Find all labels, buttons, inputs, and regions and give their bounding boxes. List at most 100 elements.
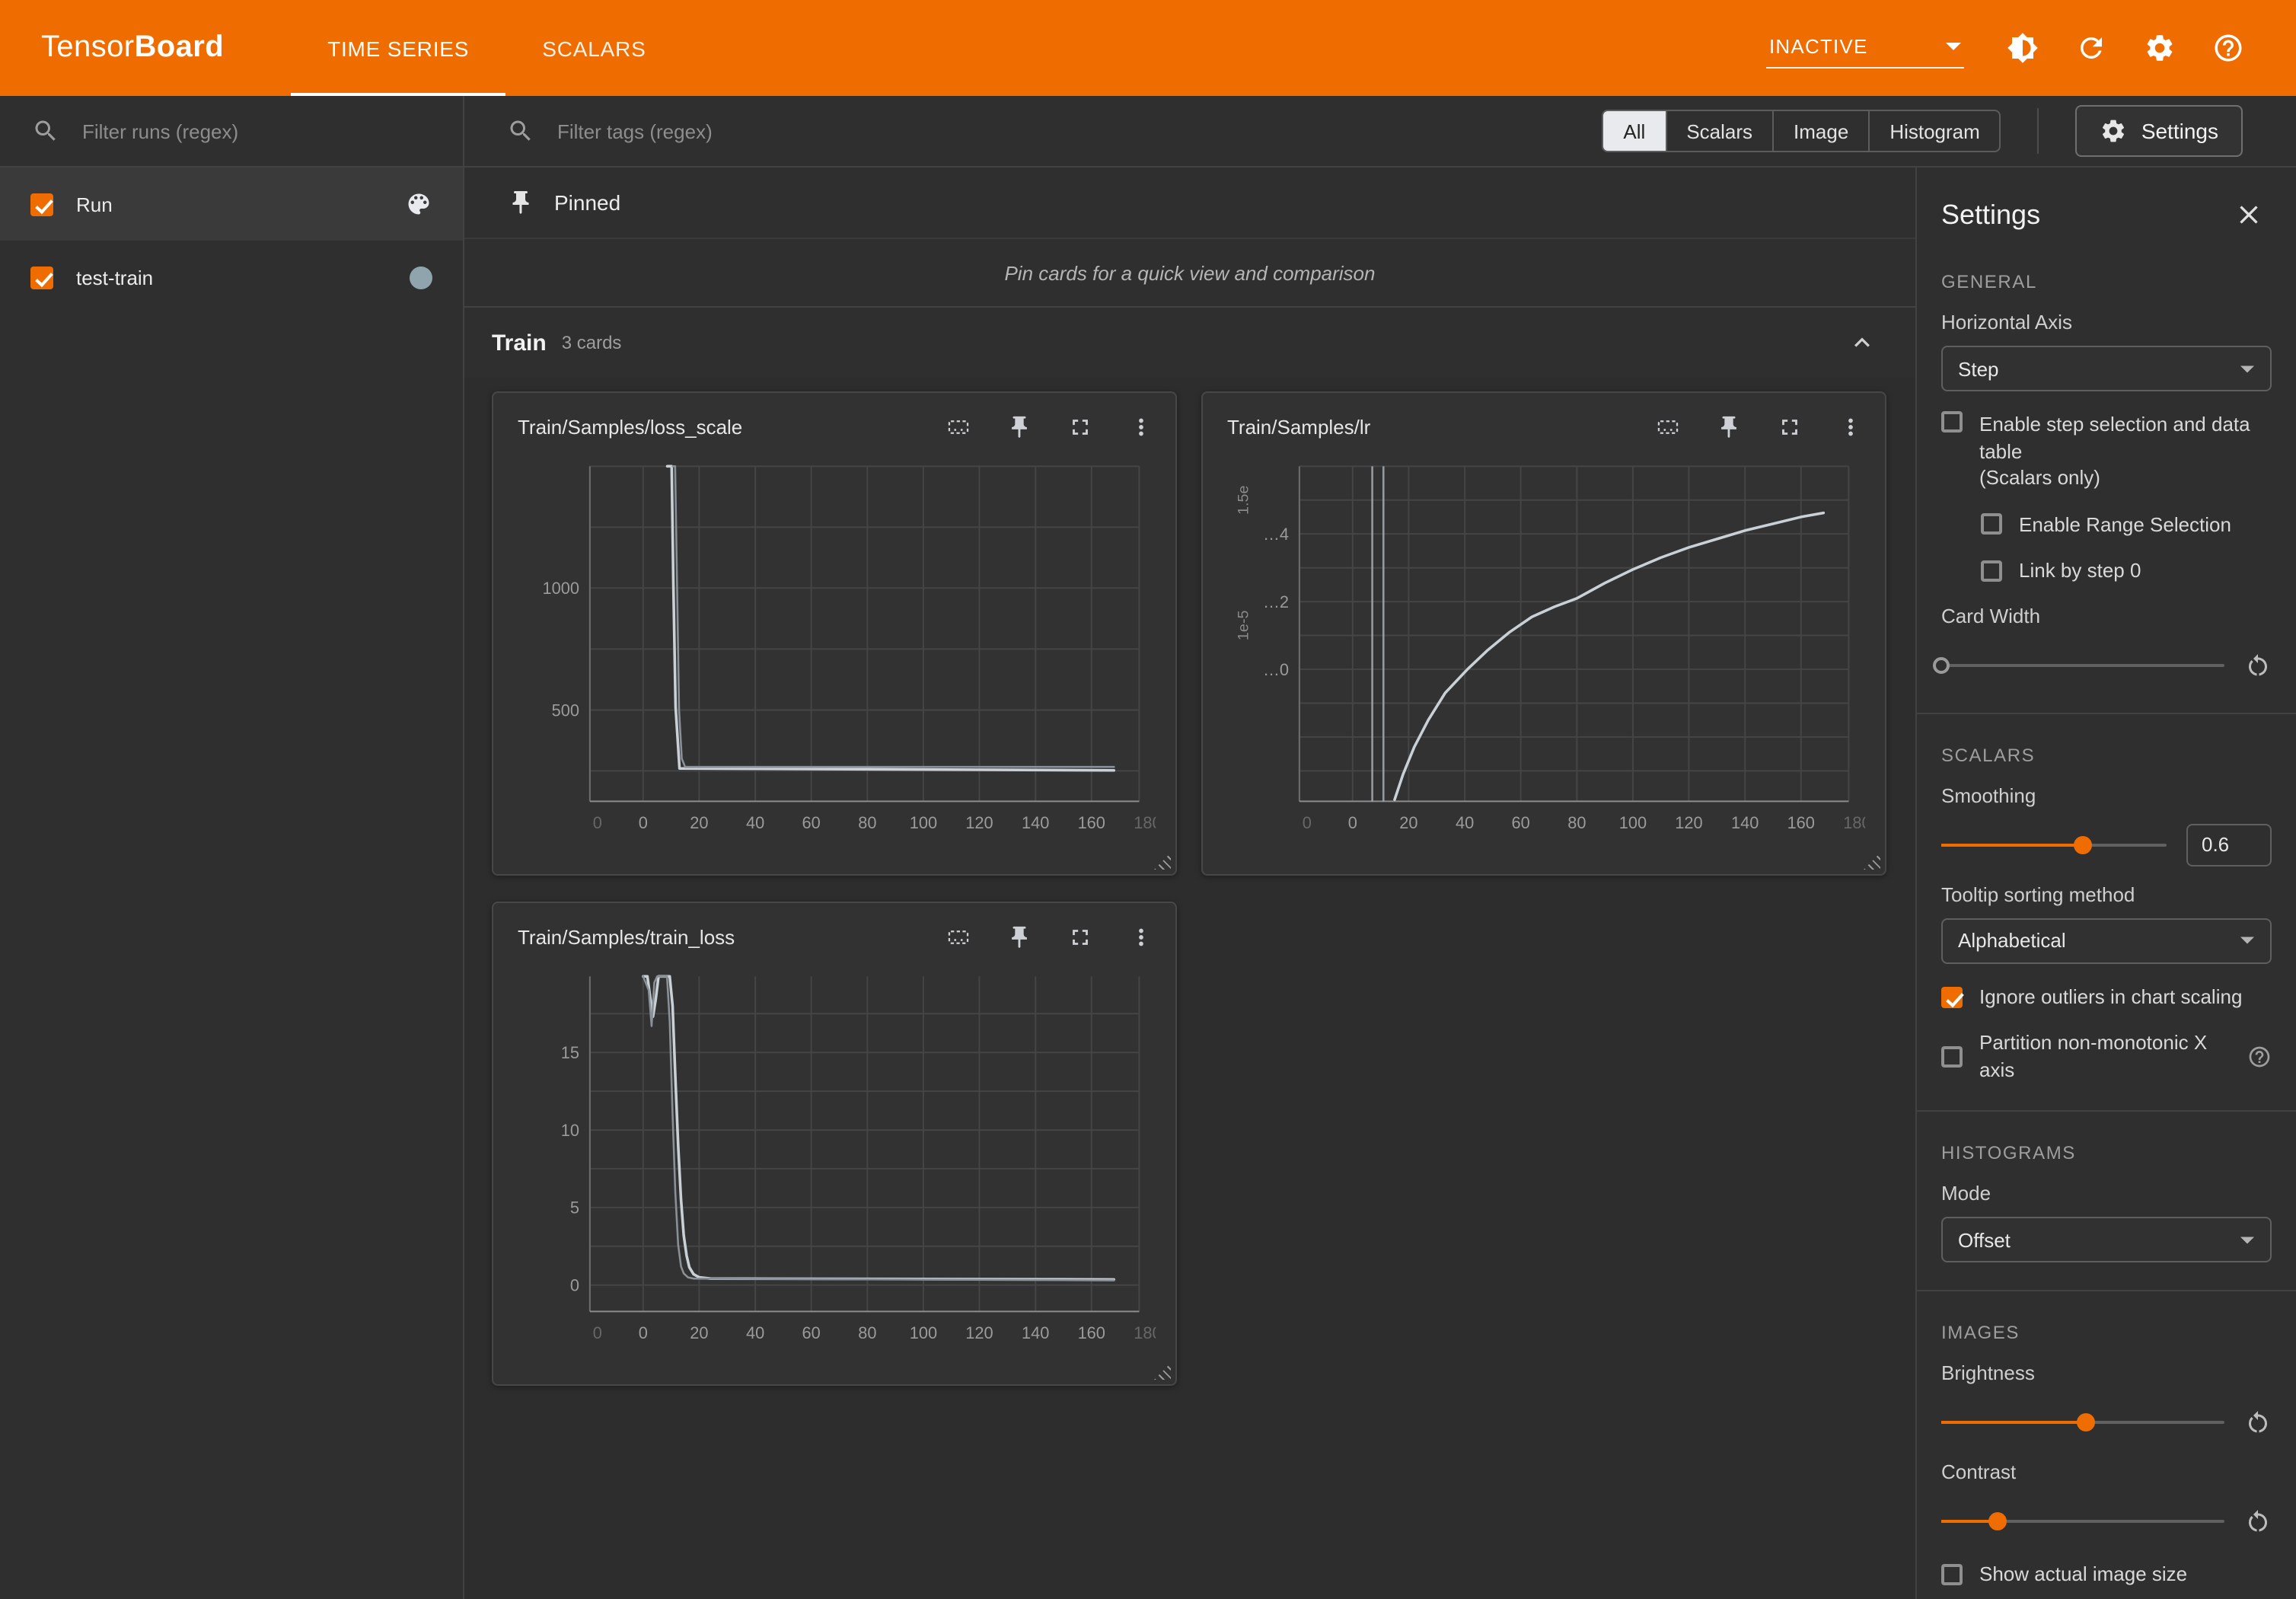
help-button[interactable] xyxy=(2199,19,2256,77)
images-heading: IMAGES xyxy=(1941,1323,2272,1344)
reload-status-dropdown[interactable]: INACTIVE xyxy=(1766,27,1964,69)
more-options-button[interactable] xyxy=(1118,404,1163,449)
settings-title: Settings xyxy=(1941,199,2040,231)
brightness-slider[interactable] xyxy=(1941,1422,2224,1425)
theme-toggle-button[interactable] xyxy=(1993,19,2051,77)
more-options-button[interactable] xyxy=(1827,404,1873,449)
line-chart[interactable]: 0510150204060801001201401600180 xyxy=(493,964,1172,1384)
slider-thumb[interactable] xyxy=(2074,835,2092,854)
app-logo[interactable]: TensorBoard xyxy=(41,30,224,65)
filter-all-button[interactable]: All xyxy=(1603,111,1665,151)
svg-text:5: 5 xyxy=(570,1198,579,1218)
checkbox[interactable] xyxy=(1941,1046,1963,1068)
card-width-slider[interactable] xyxy=(1941,663,2224,666)
svg-text:160: 160 xyxy=(1787,813,1815,832)
settings-button[interactable]: Settings xyxy=(2076,105,2243,157)
app-settings-button[interactable] xyxy=(2130,19,2188,77)
fit-domain-button[interactable] xyxy=(1644,404,1690,449)
fit-domain-button[interactable] xyxy=(935,404,981,449)
fit-domain-icon xyxy=(945,924,971,950)
svg-text:100: 100 xyxy=(1619,813,1647,832)
more-vert-icon xyxy=(1127,924,1153,950)
svg-text:180: 180 xyxy=(1134,813,1161,832)
topbar-actions: INACTIVE xyxy=(1766,19,2256,77)
settings-panel: Settings GENERAL Horizontal Axis Step En… xyxy=(1915,168,2296,1599)
histogram-mode-select[interactable]: Offset xyxy=(1941,1218,2272,1263)
more-options-button[interactable] xyxy=(1118,914,1163,959)
runs-filter-input[interactable] xyxy=(79,118,438,144)
partition-x-axis-checkbox-row[interactable]: Partition non-monotonic X axis xyxy=(1941,1030,2272,1084)
refresh-button[interactable] xyxy=(2062,19,2119,77)
smoothing-input[interactable] xyxy=(2186,823,2272,866)
horizontal-axis-label: Horizontal Axis xyxy=(1941,311,2272,334)
checkbox[interactable] xyxy=(1941,1564,1963,1585)
svg-text:…4: …4 xyxy=(1263,525,1289,544)
reset-brightness-button[interactable] xyxy=(2244,1409,2272,1437)
slider-thumb[interactable] xyxy=(2077,1414,2095,1432)
checkbox[interactable] xyxy=(1981,560,2002,582)
pin-icon xyxy=(1006,413,1032,439)
checkbox[interactable] xyxy=(1941,986,1963,1007)
smoothing-slider[interactable] xyxy=(1941,843,2167,846)
horizontal-axis-select[interactable]: Step xyxy=(1941,346,2272,391)
svg-text:0: 0 xyxy=(570,1276,579,1295)
train-section-header[interactable]: Train 3 cards xyxy=(464,308,1915,378)
fullscreen-button[interactable] xyxy=(1057,404,1102,449)
pin-card-button[interactable] xyxy=(996,914,1041,959)
reset-contrast-button[interactable] xyxy=(2244,1508,2272,1536)
run-color-swatch[interactable] xyxy=(410,266,432,289)
run-checkbox[interactable] xyxy=(30,266,53,289)
step-selection-checkbox-row[interactable]: Enable step selection and data table (Sc… xyxy=(1941,411,2272,491)
fullscreen-icon xyxy=(1067,924,1092,950)
slider-thumb[interactable] xyxy=(1933,656,1950,673)
line-chart[interactable]: 50010000204060801001201401600180 xyxy=(493,454,1172,874)
tab-time-series[interactable]: TIME SERIES xyxy=(291,0,505,96)
reset-card-width-button[interactable] xyxy=(2244,651,2272,678)
histogram-mode-label: Mode xyxy=(1941,1182,2272,1205)
help-icon[interactable] xyxy=(2247,1045,2272,1069)
tag-filter-input[interactable] xyxy=(554,118,1011,144)
svg-text:140: 140 xyxy=(1022,1323,1049,1342)
pin-card-button[interactable] xyxy=(1705,404,1751,449)
tab-scalars[interactable]: SCALARS xyxy=(505,0,682,96)
filter-scalars-button[interactable]: Scalars xyxy=(1665,111,1772,151)
line-chart[interactable]: …0…2…41.5e1e-50204060801001201401600180 xyxy=(1203,454,1882,874)
slider-thumb[interactable] xyxy=(1988,1513,2007,1531)
runs-filter xyxy=(0,96,463,168)
svg-text:40: 40 xyxy=(746,1323,764,1342)
close-settings-button[interactable] xyxy=(2226,192,2272,238)
svg-text:0: 0 xyxy=(593,1323,602,1342)
run-color-picker-button[interactable] xyxy=(405,190,432,218)
tooltip-sorting-value: Alphabetical xyxy=(1958,929,2066,952)
brightness-icon xyxy=(2006,32,2038,64)
show-actual-size-checkbox-row[interactable]: Show actual image size xyxy=(1941,1562,2272,1588)
run-checkbox[interactable] xyxy=(30,193,53,215)
svg-text:…0: …0 xyxy=(1263,660,1289,679)
run-row[interactable]: test-train xyxy=(0,241,463,314)
collapse-section-button[interactable] xyxy=(1847,327,1877,358)
filter-image-button[interactable]: Image xyxy=(1772,111,1868,151)
run-row[interactable]: Run xyxy=(0,168,463,241)
link-by-step-checkbox-row[interactable]: Link by step 0 xyxy=(1981,557,2272,584)
contrast-slider[interactable] xyxy=(1941,1521,2224,1524)
checkbox[interactable] xyxy=(1941,411,1963,432)
pinned-section-header[interactable]: Pinned xyxy=(464,168,1915,239)
run-label: Run xyxy=(76,193,382,215)
svg-text:140: 140 xyxy=(1022,813,1049,832)
fullscreen-button[interactable] xyxy=(1057,914,1102,959)
ignore-outliers-checkbox-row[interactable]: Ignore outliers in chart scaling xyxy=(1941,983,2272,1010)
fullscreen-button[interactable] xyxy=(1766,404,1812,449)
primary-tabs: TIME SERIES SCALARS xyxy=(291,0,683,96)
filter-histogram-button[interactable]: Histogram xyxy=(1868,111,2000,151)
pin-card-button[interactable] xyxy=(996,404,1041,449)
fit-domain-button[interactable] xyxy=(935,914,981,959)
tooltip-sorting-select[interactable]: Alphabetical xyxy=(1941,918,2272,963)
chart-title: Train/Samples/train_loss xyxy=(518,925,920,948)
svg-text:160: 160 xyxy=(1078,813,1105,832)
close-icon xyxy=(2234,199,2264,230)
chart-card: Train/Samples/train_loss 051015020406080… xyxy=(492,902,1177,1386)
checkbox[interactable] xyxy=(1981,514,2002,535)
range-selection-checkbox-row[interactable]: Enable Range Selection xyxy=(1981,511,2272,538)
palette-icon xyxy=(405,190,432,218)
svg-text:10: 10 xyxy=(561,1121,579,1140)
